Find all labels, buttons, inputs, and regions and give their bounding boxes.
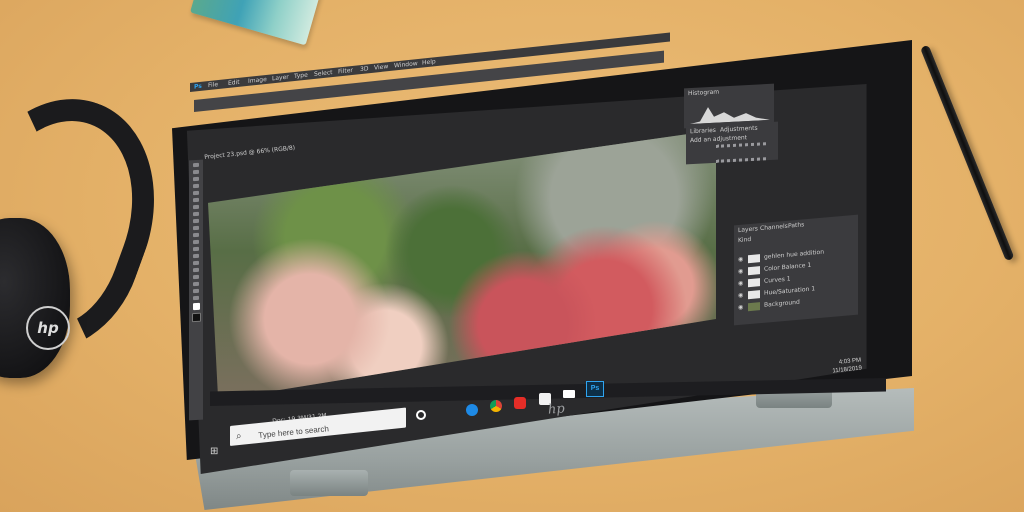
menu-item-filter[interactable]: Filter [338, 67, 353, 76]
eye-icon[interactable]: ◉ [738, 256, 743, 263]
shape-tool-icon[interactable] [193, 281, 199, 287]
layer-thumbnail [748, 278, 760, 288]
libraries-tab[interactable]: Libraries [690, 127, 716, 135]
menu-item-layer[interactable]: Layer [272, 74, 289, 83]
layer-name: Background [764, 298, 800, 309]
eyedropper-tool-icon[interactable] [193, 197, 199, 203]
photoshop-icon[interactable]: Ps [586, 381, 604, 397]
histogram-graph [690, 107, 770, 125]
scene: hp Ps File Edit Image Layer Type Select … [0, 0, 1024, 512]
layer-name: Hue/Saturation 1 [764, 285, 816, 297]
eraser-tool-icon[interactable] [193, 232, 199, 238]
laptop-hinge-left [290, 470, 368, 496]
menu-item-image[interactable]: Image [248, 76, 267, 85]
stamp-tool-icon[interactable] [193, 218, 199, 224]
youtube-icon[interactable] [514, 397, 526, 409]
eye-icon[interactable]: ◉ [738, 268, 743, 275]
background-color-swatch[interactable] [191, 312, 201, 323]
marquee-tool-icon[interactable] [193, 169, 199, 175]
mail-icon[interactable] [563, 390, 575, 398]
paths-tab[interactable]: Paths [788, 221, 804, 229]
layers-panel: Layers Channels Paths Kind ◉ gehlen hue a… [734, 214, 858, 326]
headphones-logo: hp [26, 306, 70, 350]
eye-icon[interactable]: ◉ [738, 304, 743, 311]
crop-tool-icon[interactable] [193, 190, 199, 196]
gradient-tool-icon[interactable] [193, 239, 199, 245]
edge-icon[interactable] [466, 404, 478, 416]
tools-panel [189, 159, 203, 421]
layer-thumbnail [748, 254, 760, 264]
brush-tool-icon[interactable] [193, 211, 199, 217]
lasso-tool-icon[interactable] [193, 176, 199, 182]
eye-icon[interactable]: ◉ [738, 280, 743, 287]
menu-item-select[interactable]: Select [314, 69, 333, 78]
laptop-logo: hp [547, 401, 566, 418]
layer-thumbnail [748, 302, 760, 312]
windows-start-icon[interactable]: ⊞ [210, 446, 218, 457]
layer-thumbnail [748, 290, 760, 300]
history-brush-tool-icon[interactable] [193, 225, 199, 231]
blur-tool-icon[interactable] [193, 246, 199, 252]
menu-item-view[interactable]: View [374, 63, 388, 71]
dodge-tool-icon[interactable] [193, 253, 199, 259]
menu-item-type[interactable]: Type [294, 72, 308, 80]
layer-name: Curves 1 [764, 275, 791, 285]
foreground-color-swatch[interactable] [192, 302, 200, 311]
pen-tool-icon[interactable] [193, 260, 199, 266]
menu-item-window[interactable]: Window [394, 60, 418, 69]
adjustments-panel: Libraries Adjustments Add an adjustment [686, 121, 778, 165]
layer-name: Color Balance 1 [764, 261, 812, 273]
layer-thumbnail [748, 266, 760, 276]
path-select-tool-icon[interactable] [193, 274, 199, 280]
menu-item-edit[interactable]: Edit [228, 79, 240, 87]
chrome-icon[interactable] [490, 400, 502, 412]
histogram-tab[interactable]: Histogram [688, 89, 719, 98]
ps-logo: Ps [194, 82, 202, 91]
menu-item-file[interactable]: File [208, 81, 218, 89]
layers-list: ◉ gehlen hue addition ◉ Color Balance 1 ◉ C… [734, 245, 858, 318]
adjustments-tab[interactable]: Adjustments [720, 125, 758, 134]
layer-name: gehlen hue addition [764, 248, 825, 261]
healing-tool-icon[interactable] [193, 204, 199, 210]
adjustment-icons[interactable] [716, 142, 766, 163]
type-tool-icon[interactable] [193, 267, 199, 273]
zoom-tool-icon[interactable] [193, 295, 199, 301]
quick-select-tool-icon[interactable] [193, 183, 199, 189]
move-tool-icon[interactable] [193, 162, 199, 168]
search-icon: ⌕ [235, 430, 243, 443]
layers-tab[interactable]: Layers [738, 225, 758, 234]
cortana-icon[interactable] [416, 410, 426, 420]
hand-tool-icon[interactable] [193, 288, 199, 294]
menu-item-help[interactable]: Help [422, 58, 436, 66]
channels-tab[interactable]: Channels [760, 223, 788, 232]
menu-item-3d[interactable]: 3D [360, 65, 368, 73]
taskbar-clock[interactable]: 4:03 PM 11/18/2019 [831, 356, 862, 375]
eye-icon[interactable]: ◉ [738, 292, 743, 299]
layers-filter[interactable]: Kind [738, 236, 751, 244]
